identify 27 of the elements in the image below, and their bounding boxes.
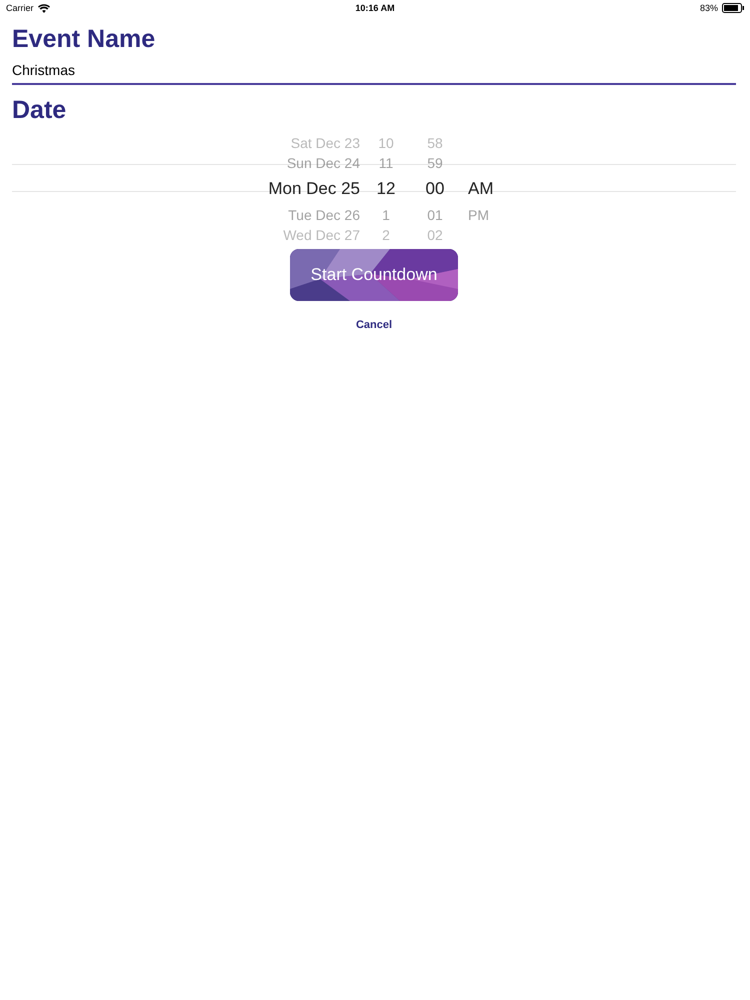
picker-date[interactable]: Wed Dec 27 (12, 227, 360, 243)
wifi-icon (38, 4, 50, 12)
picker-hour[interactable]: 11 (366, 155, 406, 171)
picker-minute[interactable]: 59 (412, 155, 458, 171)
picker-minute[interactable]: 02 (412, 227, 458, 243)
picker-period[interactable]: PM (468, 207, 489, 223)
battery-percent: 83% (700, 3, 718, 13)
status-time: 10:16 AM (355, 3, 395, 13)
carrier-label: Carrier (6, 3, 34, 13)
picker-minute[interactable]: 58 (412, 135, 458, 151)
picker-hour[interactable]: 2 (366, 227, 406, 243)
picker-hour[interactable]: 10 (366, 135, 406, 151)
event-name-heading: Event Name (12, 24, 156, 54)
picker-date[interactable]: Sat Dec 23 (12, 135, 360, 151)
date-heading: Date (12, 95, 68, 125)
start-countdown-button[interactable]: Start Countdown (290, 249, 458, 301)
event-name-field[interactable]: Christmas (12, 58, 736, 85)
picker-date[interactable]: Mon Dec 25 (12, 179, 360, 199)
picker-period[interactable]: AM (468, 179, 494, 198)
picker-hour[interactable]: 1 (366, 207, 406, 223)
cancel-button[interactable]: Cancel (352, 317, 396, 333)
picker-minute[interactable]: 00 (412, 179, 458, 199)
picker-hour[interactable]: 12 (366, 179, 406, 199)
battery-icon (722, 3, 744, 13)
picker-date[interactable]: Tue Dec 26 (12, 207, 360, 223)
picker-date[interactable]: Sun Dec 24 (12, 155, 360, 171)
picker-minute[interactable]: 01 (412, 207, 458, 223)
